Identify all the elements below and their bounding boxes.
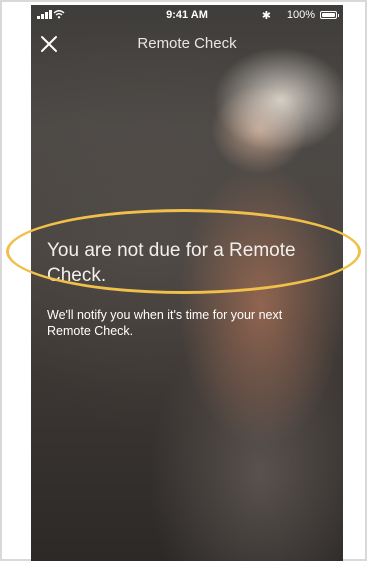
battery-icon bbox=[320, 11, 339, 19]
page-title: Remote Check bbox=[137, 35, 237, 52]
nav-bar: Remote Check bbox=[31, 27, 343, 61]
bluetooth-icon: ✱ bbox=[261, 10, 271, 22]
highlight-circle bbox=[6, 209, 361, 294]
status-bar: 9:41 AM ✱ 100% bbox=[31, 5, 343, 25]
status-message: We'll notify you when it's time for your… bbox=[47, 308, 283, 338]
battery-percent: 100% bbox=[286, 9, 315, 21]
